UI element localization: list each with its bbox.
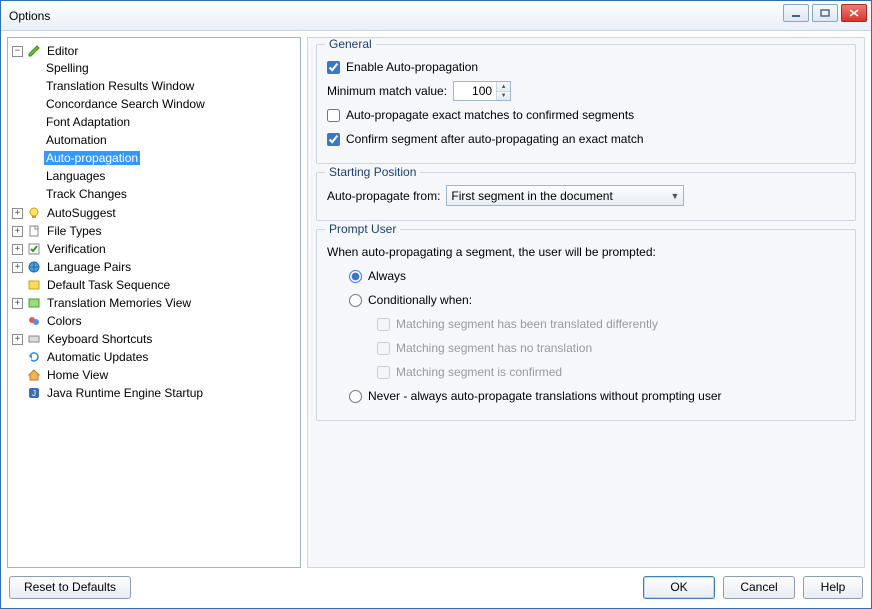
- prompt-intro: When auto-propagating a segment, the use…: [327, 245, 656, 259]
- group-general: General Enable Auto-propagation Minimum …: [316, 44, 856, 164]
- settings-panel: General Enable Auto-propagation Minimum …: [307, 37, 865, 568]
- prompt-never-radio[interactable]: [349, 390, 362, 403]
- group-title: Starting Position: [325, 165, 420, 179]
- pencil-icon: [26, 43, 42, 59]
- tree-item-editor[interactable]: − Editor: [10, 43, 300, 59]
- tree-item-verification[interactable]: +Verification: [10, 241, 300, 257]
- exact-to-confirmed-checkbox[interactable]: [327, 109, 340, 122]
- chevron-down-icon: ▼: [670, 191, 679, 201]
- tree-item-keyboard-shortcuts[interactable]: +Keyboard Shortcuts: [10, 331, 300, 347]
- collapse-icon[interactable]: −: [12, 46, 23, 57]
- home-icon: [26, 367, 42, 383]
- ok-button[interactable]: OK: [643, 576, 715, 599]
- prompt-never-label: Never - always auto-propagate translatio…: [368, 389, 722, 403]
- enable-autoprop-checkbox[interactable]: [327, 61, 340, 74]
- cond-notrans-label: Matching segment has no translation: [396, 341, 592, 355]
- maximize-icon: [820, 9, 830, 17]
- expand-icon[interactable]: +: [12, 244, 23, 255]
- cond-notrans-checkbox: [377, 342, 390, 355]
- group-starting-position: Starting Position Auto-propagate from: F…: [316, 172, 856, 221]
- cond-confirmed-label: Matching segment is confirmed: [396, 365, 562, 379]
- client-area: − Editor Spelling Translation Results Wi…: [1, 31, 871, 608]
- minimize-icon: [791, 9, 801, 17]
- lightbulb-icon: [26, 205, 42, 221]
- confirm-after-checkbox[interactable]: [327, 133, 340, 146]
- cond-confirmed-checkbox: [377, 366, 390, 379]
- tree-item-jre[interactable]: JJava Runtime Engine Startup: [10, 385, 300, 401]
- check-icon: [26, 241, 42, 257]
- tree-item-automation[interactable]: Automation: [28, 132, 300, 148]
- tree-item-font-adaptation[interactable]: Font Adaptation: [28, 114, 300, 130]
- minmatch-input[interactable]: [454, 84, 496, 98]
- refresh-icon: [26, 349, 42, 365]
- tree-item-track-changes[interactable]: Track Changes: [28, 186, 300, 202]
- close-icon: [849, 9, 859, 17]
- expand-icon[interactable]: +: [12, 334, 23, 345]
- java-icon: J: [26, 385, 42, 401]
- tree-item-colors[interactable]: Colors: [10, 313, 300, 329]
- exact-to-confirmed-label: Auto-propagate exact matches to confirme…: [346, 108, 634, 122]
- window-title: Options: [9, 9, 50, 23]
- tree-item-languages[interactable]: Languages: [28, 168, 300, 184]
- enable-autoprop-label: Enable Auto-propagation: [346, 60, 478, 74]
- expand-icon[interactable]: +: [12, 298, 23, 309]
- close-button[interactable]: [841, 4, 867, 22]
- help-button[interactable]: Help: [803, 576, 863, 599]
- reset-defaults-button[interactable]: Reset to Defaults: [9, 576, 131, 599]
- from-select[interactable]: First segment in the document ▼: [446, 185, 684, 206]
- tree-item-default-task-seq[interactable]: Default Task Sequence: [10, 277, 300, 293]
- group-title: General: [325, 37, 376, 51]
- titlebar: Options: [1, 1, 871, 31]
- options-dialog: Options −: [0, 0, 872, 609]
- cond-diff-label: Matching segment has been translated dif…: [396, 317, 658, 331]
- tree-item-spelling[interactable]: Spelling: [28, 60, 300, 76]
- maximize-button[interactable]: [812, 4, 838, 22]
- cancel-button[interactable]: Cancel: [723, 576, 795, 599]
- minmatch-label: Minimum match value:: [327, 84, 447, 98]
- spin-up-icon[interactable]: ▲: [496, 82, 510, 91]
- tree-item-translation-results[interactable]: Translation Results Window: [28, 78, 300, 94]
- category-tree[interactable]: − Editor Spelling Translation Results Wi…: [7, 37, 301, 568]
- globe-icon: [26, 259, 42, 275]
- spin-down-icon[interactable]: ▼: [496, 91, 510, 100]
- tree-item-concordance[interactable]: Concordance Search Window: [28, 96, 300, 112]
- keyboard-icon: [26, 331, 42, 347]
- from-label: Auto-propagate from:: [327, 189, 440, 203]
- task-icon: [26, 277, 42, 293]
- file-icon: [26, 223, 42, 239]
- expand-icon[interactable]: +: [12, 208, 23, 219]
- expand-icon[interactable]: +: [12, 262, 23, 273]
- prompt-always-radio[interactable]: [349, 270, 362, 283]
- expand-icon[interactable]: +: [12, 226, 23, 237]
- tree-item-file-types[interactable]: +File Types: [10, 223, 300, 239]
- tree-item-home-view[interactable]: Home View: [10, 367, 300, 383]
- tree-item-autosuggest[interactable]: +AutoSuggest: [10, 205, 300, 221]
- prompt-conditional-label: Conditionally when:: [368, 293, 472, 307]
- cond-diff-checkbox: [377, 318, 390, 331]
- group-title: Prompt User: [325, 222, 400, 236]
- minimize-button[interactable]: [783, 4, 809, 22]
- prompt-always-label: Always: [368, 269, 406, 283]
- main-split: − Editor Spelling Translation Results Wi…: [7, 37, 865, 568]
- prompt-conditional-radio[interactable]: [349, 294, 362, 307]
- group-prompt-user: Prompt User When auto-propagating a segm…: [316, 229, 856, 421]
- dialog-footer: Reset to Defaults OK Cancel Help: [7, 568, 865, 602]
- confirm-after-label: Confirm segment after auto-propagating a…: [346, 132, 644, 146]
- palette-icon: [26, 313, 42, 329]
- tree-item-auto-propagation[interactable]: Auto-propagation: [28, 150, 300, 166]
- minmatch-field[interactable]: ▲ ▼: [453, 81, 511, 101]
- tree-item-automatic-updates[interactable]: Automatic Updates: [10, 349, 300, 365]
- window-controls: [783, 4, 867, 22]
- svg-text:J: J: [32, 389, 36, 398]
- tree-item-tm-view[interactable]: +Translation Memories View: [10, 295, 300, 311]
- tree-item-language-pairs[interactable]: +Language Pairs: [10, 259, 300, 275]
- tm-icon: [26, 295, 42, 311]
